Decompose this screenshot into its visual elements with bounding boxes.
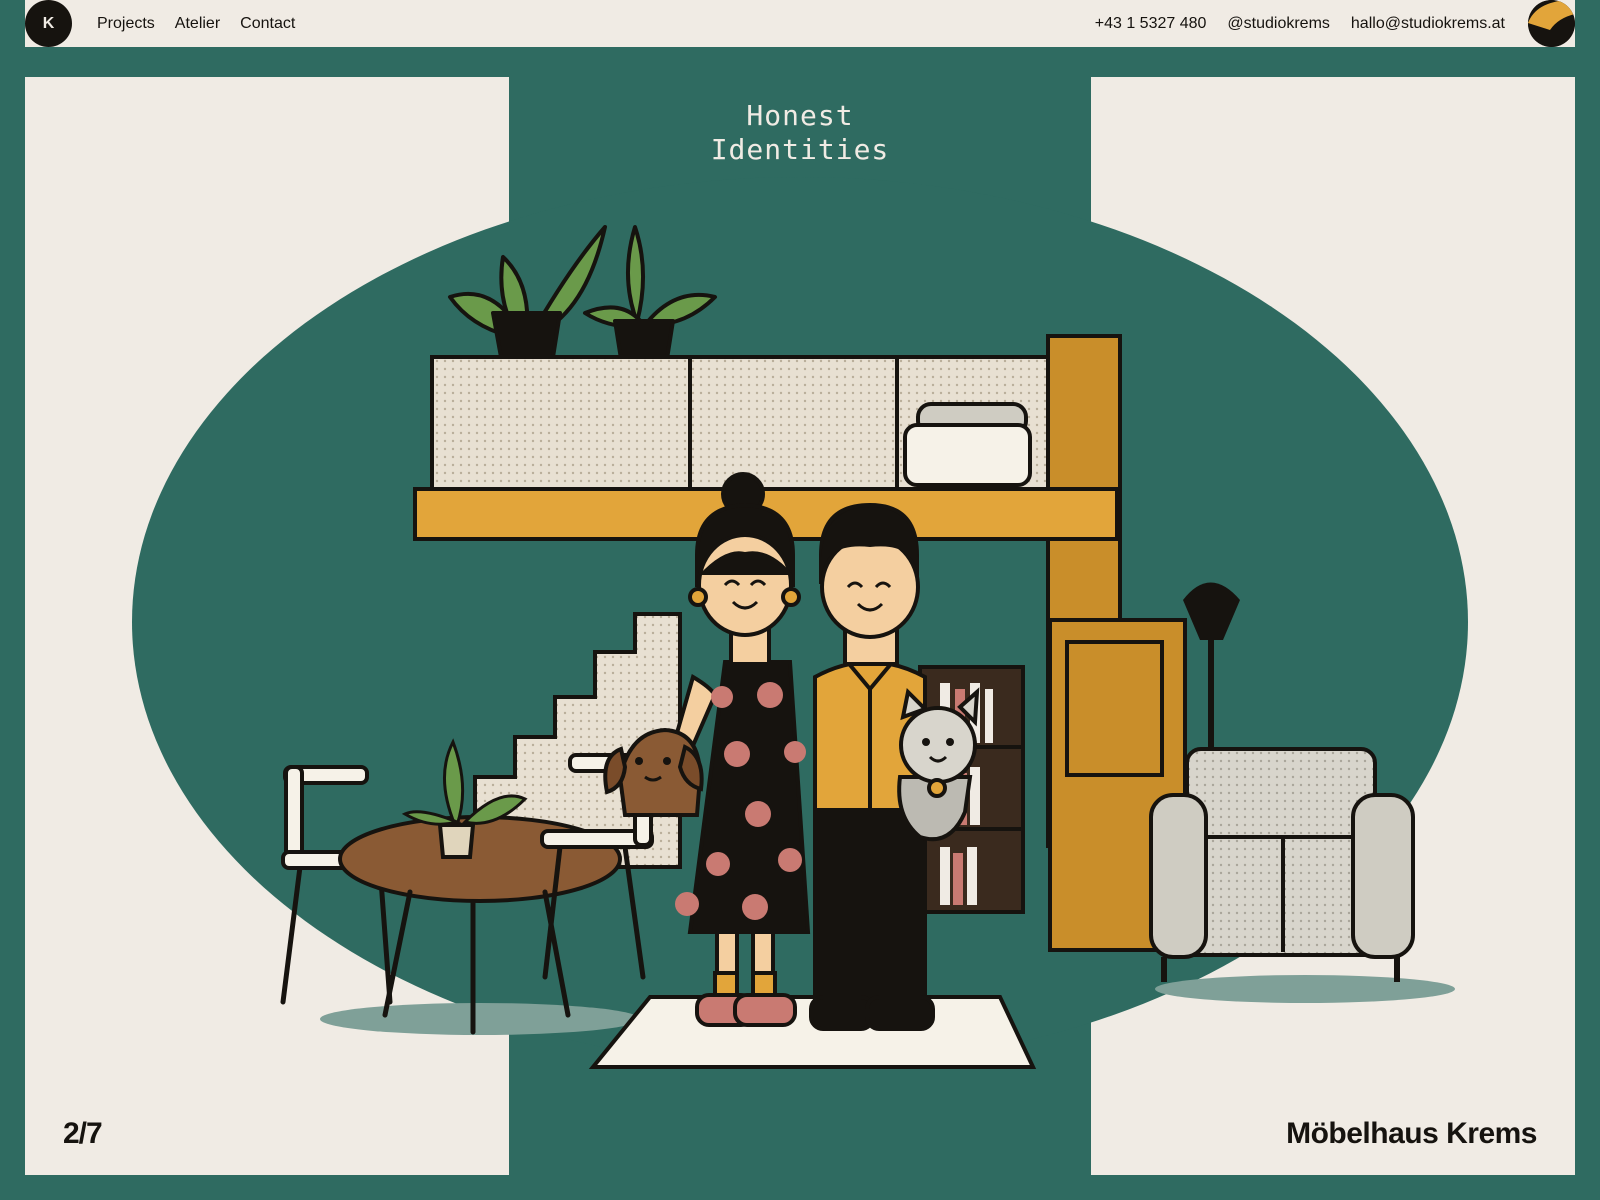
social-handle[interactable]: @studiokrems [1227, 15, 1330, 33]
phone-number[interactable]: +43 1 5327 480 [1095, 15, 1207, 33]
top-navigation: K Projects Atelier Contact +43 1 5327 48… [25, 0, 1575, 47]
tagline: Honest Identities [710, 99, 890, 166]
nav-link-atelier[interactable]: Atelier [175, 15, 220, 33]
theme-toggle-button[interactable] [1528, 0, 1575, 47]
contact-info: +43 1 5327 480 @studiokrems hallo@studio… [1074, 0, 1505, 47]
main-menu: Projects Atelier Contact [97, 0, 315, 47]
nav-link-contact[interactable]: Contact [240, 15, 295, 33]
armchair [1149, 747, 1415, 982]
hero-illustration [132, 177, 1468, 1069]
table-shadow [320, 1003, 640, 1035]
email-address[interactable]: hallo@studiokrems.at [1351, 15, 1505, 33]
studio-logo[interactable]: K [25, 0, 72, 47]
project-title[interactable]: Möbelhaus Krems [1286, 1117, 1537, 1151]
theme-toggle-icon [1528, 0, 1575, 47]
armchair-shadow [1155, 975, 1455, 1003]
project-slide: Honest Identities 2/7 Möbelhaus Krems [25, 77, 1575, 1175]
nav-link-projects[interactable]: Projects [97, 15, 155, 33]
slide-counter: 2/7 [63, 1117, 103, 1150]
